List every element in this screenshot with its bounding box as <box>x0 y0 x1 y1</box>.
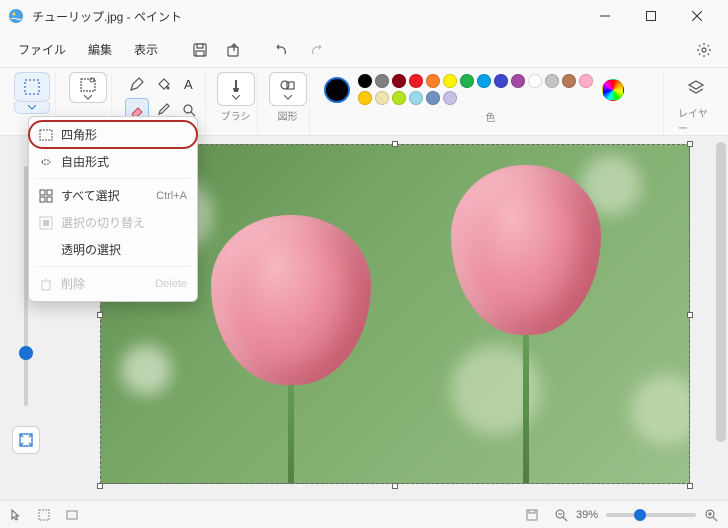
color-swatch[interactable] <box>375 74 389 88</box>
save-icon[interactable] <box>186 36 214 64</box>
close-button[interactable] <box>674 0 720 32</box>
zoom-in-icon[interactable] <box>704 508 718 522</box>
dropdown-delete: 削除 Delete <box>29 270 197 297</box>
selection-tool[interactable] <box>14 72 50 102</box>
color-swatch[interactable] <box>375 91 389 105</box>
color-swatch[interactable] <box>426 91 440 105</box>
redo-icon[interactable] <box>302 36 330 64</box>
menu-file[interactable]: ファイル <box>10 37 74 62</box>
vertical-scrollbar[interactable] <box>714 136 728 486</box>
zoom-slider-thumb[interactable] <box>19 346 33 360</box>
color-swatch[interactable] <box>409 74 423 88</box>
minimize-button[interactable] <box>582 0 628 32</box>
layers-tool[interactable] <box>677 72 715 103</box>
color-swatch[interactable] <box>562 74 576 88</box>
settings-icon[interactable] <box>690 36 718 64</box>
share-icon[interactable] <box>220 36 248 64</box>
color-swatch[interactable] <box>392 74 406 88</box>
color-swatch[interactable] <box>443 91 457 105</box>
zoom-slider[interactable] <box>606 513 696 517</box>
color-swatch[interactable] <box>545 74 559 88</box>
ribbon-label-layers: レイヤー <box>678 105 714 135</box>
color-swatch[interactable] <box>358 91 372 105</box>
color-swatch[interactable] <box>579 74 593 88</box>
fit-to-window-button[interactable] <box>12 426 40 454</box>
fill-icon[interactable] <box>151 72 175 96</box>
brush-tool[interactable] <box>217 72 255 106</box>
ribbon-label-shapes: 図形 <box>278 108 298 123</box>
edit-colors-icon[interactable] <box>602 79 624 101</box>
image-tool[interactable] <box>69 72 107 103</box>
color-swatch[interactable] <box>426 74 440 88</box>
selection-dropdown-button[interactable] <box>14 102 50 114</box>
undo-icon[interactable] <box>268 36 296 64</box>
color-swatch[interactable] <box>528 74 542 88</box>
menu-edit[interactable]: 編集 <box>80 37 120 62</box>
color-swatch[interactable] <box>494 74 508 88</box>
dropdown-invert: 選択の切り替え <box>29 209 197 236</box>
maximize-button[interactable] <box>628 0 674 32</box>
zoom-value: 39% <box>576 509 598 521</box>
color-swatch[interactable] <box>358 74 372 88</box>
text-icon[interactable]: A <box>177 72 201 96</box>
dropdown-freeform[interactable]: 自由形式 <box>29 148 197 175</box>
save-status-icon <box>526 509 538 521</box>
selection-status-icon <box>38 509 50 521</box>
color-swatch[interactable] <box>392 91 406 105</box>
cursor-icon <box>10 509 22 521</box>
current-color[interactable] <box>324 77 350 103</box>
color-swatch[interactable] <box>511 74 525 88</box>
dropdown-rectangle[interactable]: 四角形 <box>29 121 197 148</box>
svg-text:A: A <box>184 77 193 92</box>
color-palette <box>356 72 596 107</box>
shapes-tool[interactable] <box>269 72 307 106</box>
color-swatch[interactable] <box>409 91 423 105</box>
canvas-size-icon <box>66 509 78 521</box>
color-swatch[interactable] <box>443 74 457 88</box>
zoom-out-icon[interactable] <box>554 508 568 522</box>
window-title: チューリップ.jpg - ペイント <box>32 8 582 25</box>
dropdown-select-all[interactable]: すべて選択 Ctrl+A <box>29 182 197 209</box>
pencil-icon[interactable] <box>125 72 149 96</box>
ribbon-label-brush: ブラシ <box>221 108 251 123</box>
color-swatch[interactable] <box>477 74 491 88</box>
dropdown-transparent[interactable]: 透明の選択 <box>29 236 197 263</box>
zoom-slider-thumb-status[interactable] <box>634 509 646 521</box>
selection-dropdown-menu: 四角形 自由形式 すべて選択 Ctrl+A 選択の切り替え 透明の選択 削除 D… <box>28 116 198 302</box>
menu-view[interactable]: 表示 <box>126 37 166 62</box>
app-icon <box>8 8 24 24</box>
color-swatch[interactable] <box>460 74 474 88</box>
ribbon-label-color: 色 <box>486 109 496 124</box>
